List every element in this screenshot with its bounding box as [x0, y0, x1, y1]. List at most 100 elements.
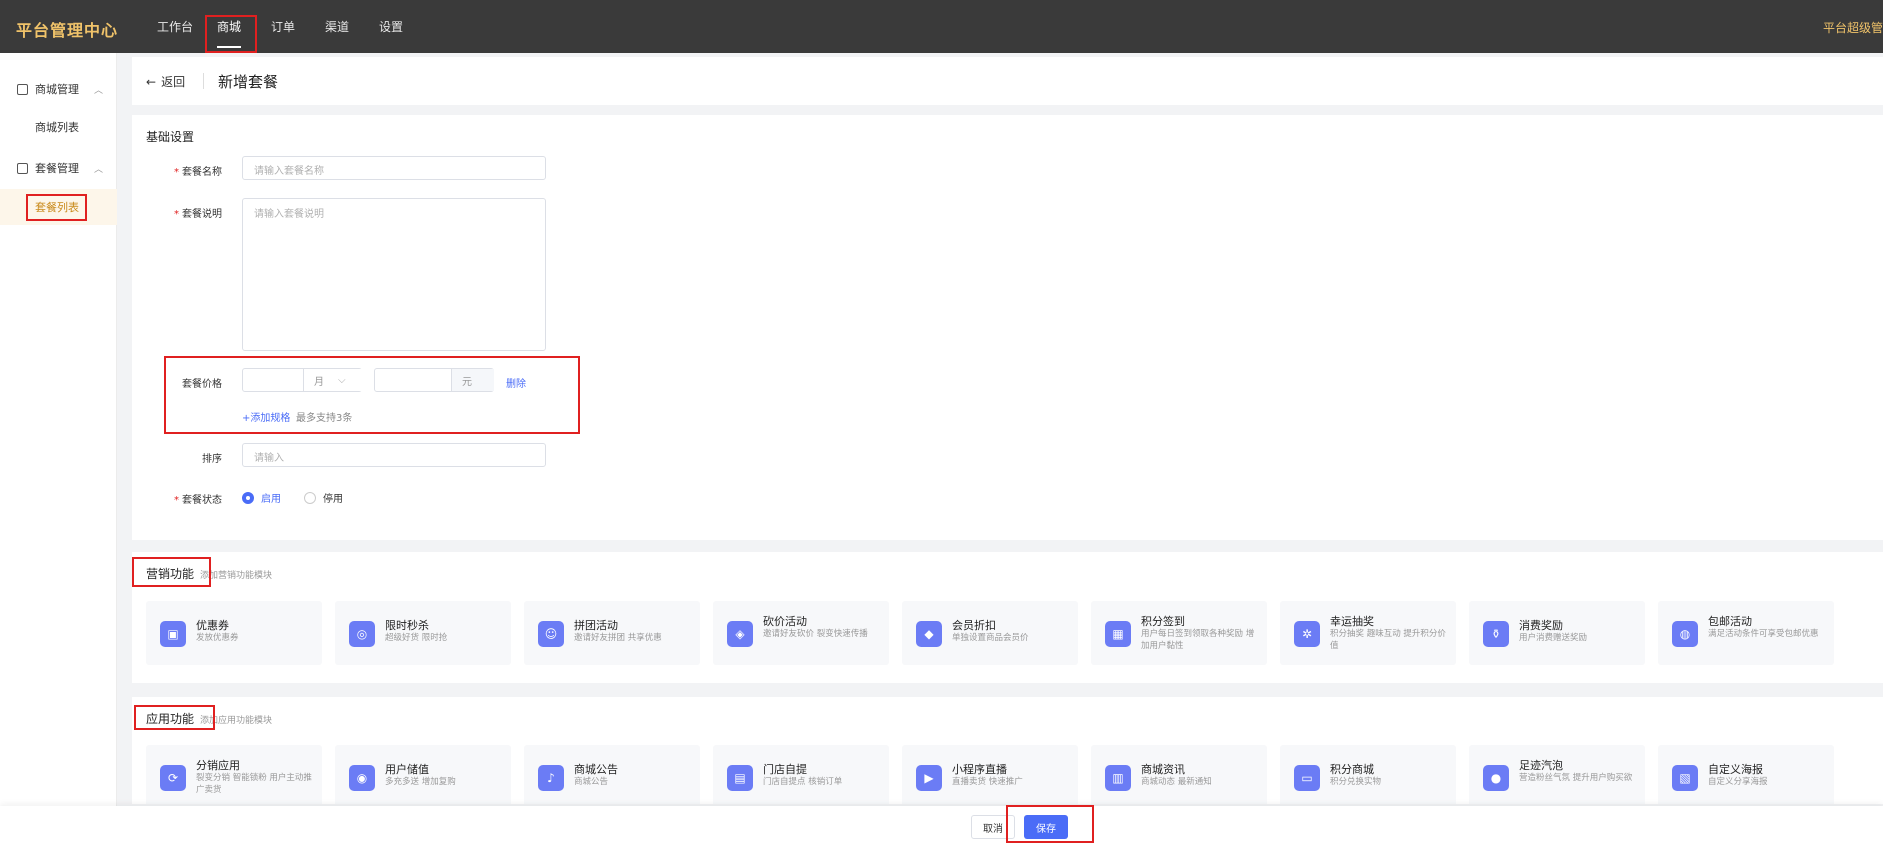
- feature-card[interactable]: ▶ 小程序直播 直播卖货 快速推广: [902, 745, 1078, 804]
- feature-desc: 用户消费赠送奖励: [1519, 633, 1588, 643]
- user-menu[interactable]: 平台超级管理员: [1823, 19, 1883, 36]
- back-button[interactable]: ← 返回: [146, 73, 185, 90]
- feature-name: 限时秒杀: [385, 619, 429, 632]
- group-icon: ☺: [538, 621, 564, 647]
- feature-card[interactable]: ▧ 自定义海报 自定义分享海报: [1658, 745, 1834, 804]
- sidebar-item-mall-list[interactable]: 商城列表: [0, 109, 117, 145]
- nav-label: 工作台: [156, 20, 193, 34]
- nav-mall[interactable]: 商城: [202, 0, 257, 53]
- back-label: 返回: [161, 75, 186, 89]
- feature-name: 优惠券: [196, 619, 229, 632]
- nav-label: 设置: [378, 20, 403, 34]
- feature-name: 积分签到: [1141, 615, 1185, 628]
- sidebar-item-label: 商城列表: [35, 121, 79, 134]
- package-name-input[interactable]: 请输入套餐名称: [242, 156, 546, 180]
- feature-name: 分销应用: [196, 759, 240, 772]
- feature-card[interactable]: ◍ 包邮活动 满足活动条件可享受包邮优惠: [1658, 601, 1834, 665]
- feature-card[interactable]: ▣ 优惠券 发放优惠券: [146, 601, 322, 665]
- package-desc-textarea[interactable]: 请输入套餐说明: [242, 198, 546, 351]
- feature-desc: 裂变分销 智能锁粉 用户主动推广卖货: [196, 773, 312, 795]
- page-title: 新增套餐: [218, 73, 279, 91]
- main-nav: 工作台 商城 订单 渠道 设置: [148, 0, 418, 53]
- feature-card[interactable]: ▥ 商城资讯 商城动态 最新通知: [1091, 745, 1267, 804]
- sidebar-item-package-list[interactable]: 套餐列表: [0, 189, 117, 225]
- highlight-box: [26, 194, 87, 221]
- sidebar-group-package[interactable]: 套餐管理 ︿: [0, 154, 117, 182]
- tag-icon: ◈: [727, 621, 753, 647]
- sidebar: 商城管理 ︿ 商城列表 套餐管理 ︿ 套餐列表: [0, 53, 117, 848]
- footer-action-bar: 取消 保存: [0, 805, 1883, 848]
- feature-name: 积分商城: [1330, 763, 1374, 776]
- feature-card[interactable]: ⟳ 分销应用 裂变分销 智能锁粉 用户主动推广卖货: [146, 745, 322, 804]
- nav-channels[interactable]: 渠道: [310, 0, 364, 53]
- shop-icon: [17, 83, 28, 95]
- divider: [203, 73, 204, 89]
- arrow-left-icon: ←: [146, 75, 157, 89]
- feature-name: 自定义海报: [1708, 763, 1763, 776]
- radio-dot: [242, 491, 254, 504]
- feature-desc: 商城公告: [574, 777, 609, 787]
- nav-orders[interactable]: 订单: [256, 0, 310, 53]
- status-disabled-radio[interactable]: 停用: [304, 490, 343, 505]
- feature-name: 砍价活动: [763, 615, 807, 628]
- feature-card[interactable]: ▤ 门店自提 门店自提点 核销订单: [713, 745, 889, 804]
- feature-desc: 满足活动条件可享受包邮优惠: [1708, 629, 1819, 639]
- bag-icon: ⚱: [1483, 621, 1509, 647]
- apps-card: 应用功能 添加应用功能模块 ⟳ 分销应用 裂变分销 智能锁粉 用户主动推广卖货 ◉ 用…: [132, 697, 1883, 804]
- feature-card[interactable]: ☺ 拼团活动 邀请好友拼团 共享优惠: [524, 601, 700, 665]
- feature-name: 门店自提: [763, 763, 807, 776]
- feature-card[interactable]: ◉ 用户储值 多充多送 增加复购: [335, 745, 511, 804]
- nav-settings[interactable]: 设置: [364, 0, 418, 53]
- news-icon: ▥: [1105, 765, 1131, 791]
- flash-icon: ◎: [349, 621, 375, 647]
- sort-label: 排序: [202, 454, 222, 465]
- top-navbar: 平台管理中心 工作台 商城 订单 渠道 设置 平台超级管理员: [0, 0, 1883, 53]
- name-label: * 套餐名称: [174, 167, 222, 178]
- feature-card[interactable]: ⚱ 消费奖励 用户消费赠送奖励: [1469, 601, 1645, 665]
- sort-input[interactable]: 请输入: [242, 443, 546, 467]
- wheel-icon: ✲: [1294, 621, 1320, 647]
- chevron-up-icon: ︿: [93, 165, 103, 175]
- feature-name: 会员折扣: [952, 619, 996, 632]
- feature-name: 小程序直播: [952, 763, 1007, 776]
- bell-icon: ♪: [538, 765, 564, 791]
- poster-icon: ▧: [1672, 765, 1698, 791]
- feature-card[interactable]: ♪ 商城公告 商城公告: [524, 745, 700, 804]
- nav-label: 订单: [270, 20, 295, 34]
- marketing-feature-list: ▣ 优惠券 发放优惠券 ◎ 限时秒杀 超级好货 限时抢 ☺ 拼团活动 邀请好友拼团 共享优惠…: [146, 601, 1847, 665]
- status-enabled-radio[interactable]: 启用: [242, 490, 281, 505]
- feature-name: 幸运抽奖: [1330, 615, 1374, 628]
- play-icon: ▶: [916, 765, 942, 791]
- feature-card[interactable]: ◆ 会员折扣 单独设置商品会员价: [902, 601, 1078, 665]
- feature-name: 用户储值: [385, 763, 429, 776]
- feature-desc: 邀请好友拼团 共享优惠: [574, 633, 662, 643]
- feature-desc: 门店自提点 核销订单: [763, 777, 843, 787]
- clipboard-icon: [17, 162, 28, 174]
- basic-settings-card: 基础设置 * 套餐名称 请输入套餐名称 * 套餐说明 请输入套餐说明 套餐价格 月 ⌵…: [132, 115, 1883, 540]
- feature-card[interactable]: ◈ 砍价活动 邀请好友砍价 裂变快速传播: [713, 601, 889, 665]
- globe-icon: ◍: [1672, 621, 1698, 647]
- highlight-box: [134, 705, 215, 730]
- feature-desc: 积分抽奖 趣味互动 提升积分价值: [1330, 629, 1446, 651]
- page-header: ← 返回 新增套餐: [132, 57, 1883, 105]
- feature-name: 包邮活动: [1708, 615, 1752, 628]
- feature-card[interactable]: ● 足迹汽泡 营造粉丝气氛 提升用户购买欲: [1469, 745, 1645, 804]
- bubble-icon: ●: [1483, 765, 1509, 791]
- feature-desc: 用户每日签到领取各种奖励 增加用户黏性: [1141, 629, 1255, 651]
- cart-icon: ▭: [1294, 765, 1320, 791]
- highlight-box: [1006, 805, 1094, 843]
- feature-card[interactable]: ✲ 幸运抽奖 积分抽奖 趣味互动 提升积分价值: [1280, 601, 1456, 665]
- feature-card[interactable]: ▭ 积分商城 积分兑换实物: [1280, 745, 1456, 804]
- feature-card[interactable]: ◎ 限时秒杀 超级好货 限时抢: [335, 601, 511, 665]
- feature-name: 消费奖励: [1519, 619, 1563, 632]
- nav-label: 渠道: [324, 20, 349, 34]
- sidebar-group-mall[interactable]: 商城管理 ︿: [0, 75, 117, 103]
- share-icon: ⟳: [160, 765, 186, 791]
- feature-desc: 直播卖货 快速推广: [952, 777, 1023, 787]
- nav-workbench[interactable]: 工作台: [148, 0, 202, 53]
- feature-card[interactable]: ▦ 积分签到 用户每日签到领取各种奖励 增加用户黏性: [1091, 601, 1267, 665]
- desc-label: * 套餐说明: [174, 209, 222, 220]
- sidebar-group-label: 套餐管理: [35, 162, 79, 175]
- feature-desc: 多充多送 增加复购: [385, 777, 456, 787]
- ticket-icon: ▣: [160, 621, 186, 647]
